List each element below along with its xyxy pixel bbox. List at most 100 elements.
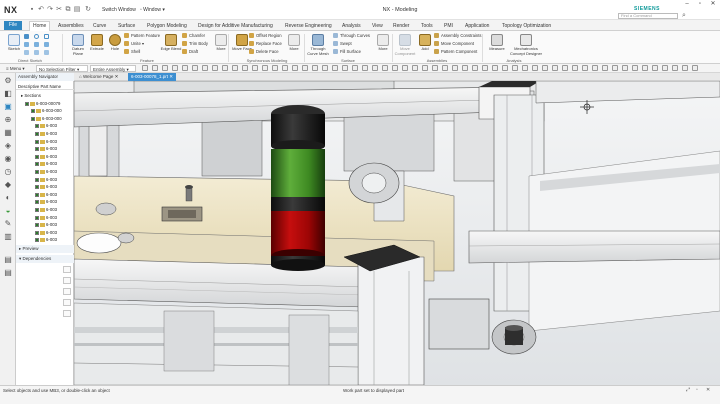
move-component-button[interactable]: Move Component <box>394 34 416 58</box>
draft-button[interactable]: Draft <box>182 49 198 55</box>
tab-topology-optimization[interactable]: Topology Optimization <box>502 22 551 31</box>
visibility-checkbox[interactable] <box>31 109 35 114</box>
settings-icon[interactable]: ⚙ <box>3 76 13 86</box>
preview-panel-icon[interactable]: ▤ <box>3 255 13 265</box>
wrench-icon[interactable]: ✎ <box>3 219 13 229</box>
more-surface-button[interactable]: More <box>372 34 394 58</box>
tree-node[interactable]: 6-003-000 <box>16 107 74 114</box>
snap-tool-icon[interactable] <box>172 65 178 71</box>
copy-icon[interactable]: ⧉ <box>64 6 72 13</box>
plus-tool[interactable] <box>44 50 51 56</box>
snap-tool-icon[interactable] <box>692 65 698 71</box>
snap-tool-icon[interactable] <box>562 65 568 71</box>
snap-tool-icon[interactable] <box>442 65 448 71</box>
snap-tool-icon[interactable] <box>542 65 548 71</box>
tree-node[interactable]: 6-003 <box>16 214 74 221</box>
assembly-constraints-button[interactable]: Assembly Constraints <box>434 33 482 39</box>
snap-tool-icon[interactable] <box>432 65 438 71</box>
point-tool[interactable] <box>44 42 51 48</box>
snap-tool-icon[interactable] <box>182 65 188 71</box>
tree-node[interactable]: 6-003 <box>16 122 74 129</box>
offset-region-button[interactable]: Offset Region <box>249 33 282 39</box>
tile-icon[interactable]: ▫ <box>696 387 702 393</box>
cut-icon[interactable]: ✂ <box>55 6 63 13</box>
close-button[interactable]: ✕ <box>707 1 719 8</box>
graphics-viewport[interactable] <box>74 81 720 385</box>
snap-tool-icon[interactable] <box>142 65 148 71</box>
tree-node[interactable]: 6-003 <box>16 229 74 236</box>
sketch-button[interactable]: Sketch <box>3 34 25 58</box>
fullscreen-icon[interactable]: ⤢ <box>686 387 692 393</box>
snap-tool-icon[interactable] <box>152 65 158 71</box>
move-component-small-button[interactable]: Move Component <box>434 41 474 47</box>
window-menu[interactable]: ▫ Window ▾ <box>140 7 165 14</box>
spline-tool[interactable] <box>34 42 41 48</box>
navigator-column-header[interactable]: Descriptive Part Name <box>16 83 74 90</box>
through-curve-mesh-button[interactable]: Through Curve Mesh <box>307 34 329 58</box>
tab-reverse-engineering[interactable]: Reverse Engineering <box>285 22 332 31</box>
snap-tool-icon[interactable] <box>482 65 488 71</box>
snap-tool-icon[interactable] <box>642 65 648 71</box>
dependencies-panel-header[interactable]: ▾ Dependencies <box>16 255 74 263</box>
tree-node[interactable]: 6-003 <box>16 168 74 175</box>
reuse-library-icon[interactable]: ▦ <box>3 128 13 138</box>
part-navigator-icon[interactable]: ◧ <box>3 89 13 99</box>
hd3d-tools-icon[interactable]: ◈ <box>3 141 13 151</box>
visibility-checkbox[interactable] <box>35 238 39 243</box>
more-sync-button[interactable]: More <box>283 34 305 58</box>
dependency-tool-icon[interactable] <box>63 277 71 284</box>
snap-tool-icon[interactable] <box>222 65 228 71</box>
delete-face-button[interactable]: Delete Face <box>249 49 279 55</box>
visibility-checkbox[interactable] <box>35 192 39 197</box>
tree-node[interactable]: ▸ Sections <box>16 92 74 99</box>
redo-icon[interactable]: ↷ <box>46 6 54 13</box>
tree-node[interactable]: 6-003 <box>16 130 74 137</box>
search-icon[interactable]: ⌕ <box>680 12 688 19</box>
tab-polygon-modeling[interactable]: Polygon Modeling <box>147 22 187 31</box>
tree-node[interactable]: 6-003 <box>16 176 74 183</box>
hole-button[interactable]: Hole <box>104 34 126 58</box>
snap-tool-icon[interactable] <box>522 65 528 71</box>
snap-tool-icon[interactable] <box>342 65 348 71</box>
add-component-button[interactable]: Add <box>414 34 436 58</box>
chamfer-button[interactable]: Chamfer <box>182 33 205 39</box>
constraint-navigator-icon[interactable]: ⊕ <box>3 115 13 125</box>
tree-node[interactable]: 6-003 <box>16 236 74 243</box>
magnifier-icon[interactable] <box>63 266 71 273</box>
tree-node[interactable]: 6-003 <box>16 198 74 205</box>
close-status-icon[interactable]: ✕ <box>706 387 712 393</box>
repeat-command-icon[interactable]: ↻ <box>84 6 92 13</box>
snap-tool-icon[interactable] <box>602 65 608 71</box>
polyline-tool[interactable] <box>24 42 31 48</box>
snap-tool-icon[interactable] <box>512 65 518 71</box>
visibility-checkbox[interactable] <box>35 185 39 190</box>
visibility-checkbox[interactable] <box>35 132 39 136</box>
visibility-checkbox[interactable] <box>35 139 39 144</box>
swept-button[interactable]: Swept <box>333 41 352 47</box>
snap-tool-icon[interactable] <box>592 65 598 71</box>
preview-panel-header[interactable]: ▸ Preview <box>16 245 74 253</box>
undo-icon[interactable]: ↶ <box>37 6 45 13</box>
tree-node[interactable]: 6-003 <box>16 206 74 213</box>
maximize-button[interactable]: ▫ <box>694 1 706 8</box>
snap-tool-icon[interactable] <box>412 65 418 71</box>
visibility-checkbox[interactable] <box>25 101 29 106</box>
fill-surface-button[interactable]: Fill Surface <box>333 49 361 55</box>
tab-surface[interactable]: Surface <box>118 22 135 31</box>
snap-tool-icon[interactable] <box>352 65 358 71</box>
visibility-checkbox[interactable] <box>35 230 39 235</box>
tab-home[interactable]: Home <box>29 21 51 31</box>
dependency-tool-icon[interactable] <box>63 288 71 295</box>
paste-icon[interactable]: ▤ <box>73 6 81 13</box>
snap-tool-icon[interactable] <box>312 65 318 71</box>
snap-tool-icon[interactable] <box>402 65 408 71</box>
tree-node[interactable]: 6-003-000 <box>16 115 74 122</box>
tab-welcome-page[interactable]: ⌂ Welcome Page ✕ <box>76 73 121 81</box>
through-curves-button[interactable]: Through Curves <box>333 33 370 39</box>
tree-node[interactable]: 6-003 <box>16 138 74 145</box>
snap-tool-icon[interactable] <box>662 65 668 71</box>
snap-tool-icon[interactable] <box>252 65 258 71</box>
tab-analysis[interactable]: Analysis <box>342 22 361 31</box>
visibility-checkbox[interactable] <box>31 116 35 121</box>
tree-node[interactable]: 6-003 <box>16 145 74 152</box>
